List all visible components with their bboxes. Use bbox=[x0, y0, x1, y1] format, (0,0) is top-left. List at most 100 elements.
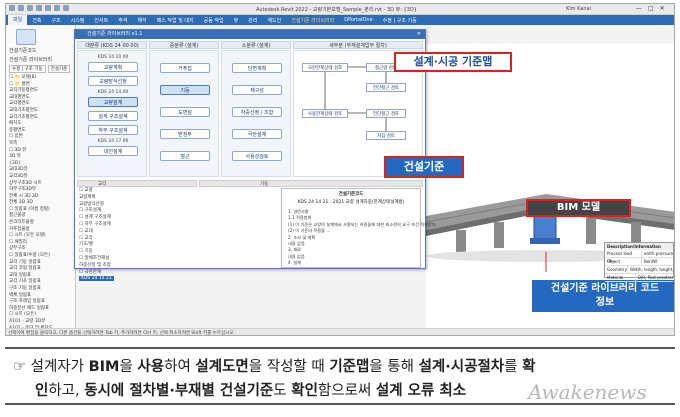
ribbon-tab[interactable]: 파일 bbox=[8, 15, 28, 25]
open-icon[interactable] bbox=[9, 5, 15, 11]
property-value: BentW bbox=[644, 259, 658, 264]
caption-segment: 사용 bbox=[137, 359, 165, 375]
minimize-icon[interactable]: — bbox=[636, 5, 642, 12]
ribbon-tab[interactable]: 구조 bbox=[46, 17, 65, 24]
callout-library-code: 건설기준 라이브러리 코드 정보 bbox=[532, 280, 674, 312]
standards-tree-item[interactable]: 기초/쉘 bbox=[79, 242, 209, 249]
property-row: GeometryWidth, length, height, volume, a… bbox=[605, 266, 673, 274]
tree-item[interactable]: ☐ 입면 bbox=[9, 134, 75, 141]
tree-item[interactable]: 교각기둥평면도 bbox=[9, 88, 75, 95]
property-value: earth pressure bbox=[643, 251, 673, 256]
tree-item[interactable]: 배치도 bbox=[9, 121, 75, 128]
ribbon-tab[interactable]: 건축 bbox=[27, 17, 46, 24]
maximize-icon[interactable]: □ bbox=[648, 5, 654, 12]
minor-category-button[interactable]: 단면계획 bbox=[232, 63, 282, 73]
text-icon[interactable] bbox=[63, 5, 69, 11]
tab-modify[interactable]: 수정 | 구조 기둥 bbox=[9, 65, 46, 73]
standards-tree-item[interactable]: ☐ 교량 bbox=[79, 188, 209, 195]
panel-tabs: 수정 | 구조 기둥 건설기준 bbox=[9, 65, 71, 73]
standard-document-viewer[interactable]: 건설기준코드 KDS 24 14 21 : 2021 교량 설계하중(한계상태설… bbox=[281, 188, 437, 268]
construction-code-icon[interactable] bbox=[16, 29, 36, 45]
tree-item[interactable]: ☐ 시트 (모든) bbox=[9, 312, 75, 319]
standards-tree-item[interactable]: ☐ 하부 구조설계 bbox=[79, 222, 209, 229]
major-category-button[interactable]: 교량방식선정 bbox=[88, 76, 138, 86]
standards-tree-item[interactable]: ☐ 교대 bbox=[79, 229, 209, 236]
major-category-button[interactable]: 설계 구조설계 bbox=[88, 111, 138, 121]
tree-item[interactable]: 교대3D뷰 bbox=[9, 167, 75, 174]
property-row: MaterialD/R, Post-prestressed bbox=[605, 274, 673, 282]
tree-item[interactable]: 교각 기초 일람표 bbox=[9, 279, 75, 286]
standards-tree-item[interactable]: 하중산정 및 조합 bbox=[79, 263, 209, 270]
caption-line-1: ☞ 설계자가 BIM을 사용하여 설계도면을 작성할 때 기준맵을 통해 설계·… bbox=[13, 355, 535, 376]
redo-icon[interactable] bbox=[36, 5, 42, 11]
caption-segment: 기준맵 bbox=[329, 359, 370, 375]
dialog-close-icon[interactable]: ✕ bbox=[417, 30, 421, 39]
tree-item[interactable]: 콘크리트물량 bbox=[9, 220, 75, 227]
middle-category-button[interactable]: 도면설 bbox=[160, 107, 210, 117]
window-title: Autodesk Revit 2022 - 교량기본모델_Sample_분리.r… bbox=[256, 7, 417, 13]
document-header: 건설기준코드 bbox=[338, 192, 364, 197]
tree-item[interactable]: 교대기초평면도 bbox=[9, 108, 75, 115]
caption-segment: 을 bbox=[119, 359, 138, 375]
standards-tree-item[interactable]: 교량계획 bbox=[79, 195, 209, 202]
ribbon-tab[interactable]: DPortalOne bbox=[339, 17, 377, 23]
panel-subtitle: 건설기준 라이브러리 bbox=[9, 57, 52, 63]
undo-icon[interactable] bbox=[27, 5, 33, 11]
standards-tree-item[interactable]: ☐ 일체조건해설 bbox=[79, 256, 209, 263]
major-category-button[interactable]: 내진설계 bbox=[88, 146, 138, 156]
standards-tree: ☐ 교량 교량계획 교량방식선정 ☐ 구조설계 ☐ 설계 구조설계 ☐ 하부 구조… bbox=[79, 188, 209, 283]
tree-item[interactable]: ☐ 일람표/수량 (모든) bbox=[9, 253, 75, 260]
ribbon-tab[interactable]: 애드인 bbox=[262, 17, 286, 24]
standards-tree-item[interactable]: KDS 24 14 21 bbox=[79, 276, 209, 283]
tree-item[interactable]: 하부구조3D뷰 bbox=[9, 187, 75, 194]
tree-item[interactable]: 교각 코핑 일람표 bbox=[9, 266, 75, 273]
middle-category-button[interactable]: 철근 bbox=[160, 151, 210, 161]
middle-category-button[interactable]: 거푸집 bbox=[160, 63, 210, 73]
standard-code-label: KDS 24 17 00 bbox=[97, 139, 129, 144]
tree-item[interactable]: A101 - 교량 3D뷰 bbox=[9, 319, 75, 326]
middle-category-button[interactable]: 받침부 bbox=[160, 129, 210, 139]
tree-item[interactable]: ☐ 📁 모델(B) bbox=[9, 75, 75, 82]
ribbon-tab[interactable]: 공동 작업 bbox=[199, 17, 229, 24]
column-header-detail: 세부분 (부재설계업무 절차) bbox=[293, 41, 423, 49]
save-icon[interactable] bbox=[18, 5, 24, 11]
ribbon-tab[interactable]: 관리 bbox=[243, 17, 262, 24]
standards-tree-item[interactable]: ☐ 설계 구조설계 bbox=[79, 215, 209, 222]
minor-category-button[interactable]: 재구성 bbox=[232, 85, 282, 95]
ribbon-tab[interactable]: 인서트 bbox=[89, 17, 113, 24]
tree-item[interactable]: 교각평면도 bbox=[9, 101, 75, 108]
tree-item[interactable]: 북측 bbox=[9, 141, 75, 148]
revit-window: Autodesk Revit 2022 - 교량기본모델_Sample_분리.r… bbox=[5, 3, 675, 336]
minor-category-panel: 단면계획재구성하중산정 / 조합극한설계사용성검토 bbox=[221, 50, 291, 177]
tree-item[interactable]: 3D 뷰 bbox=[9, 154, 75, 161]
caption-line-2: 인하고, 동시에 절차별·부재별 건설기준도 확인함으로써 설계 오류 최소 bbox=[35, 379, 466, 400]
tree-item[interactable]: 구조 프레임 일람표 bbox=[9, 299, 75, 306]
close-icon[interactable]: ✕ bbox=[660, 5, 665, 12]
tree-item[interactable]: 전체 3D 3D bbox=[9, 200, 75, 207]
minor-category-button[interactable]: 사용성검토 bbox=[232, 151, 282, 161]
standards-tree-item[interactable]: ☐ 기둥 bbox=[79, 249, 209, 256]
print-icon[interactable] bbox=[45, 5, 51, 11]
standards-tree-item[interactable]: ☐ 교각 bbox=[79, 236, 209, 243]
tab-construction-code[interactable]: 건설기준 bbox=[47, 65, 71, 73]
tree-item[interactable]: ☐ 시트 (모든 모델) bbox=[9, 233, 75, 240]
ribbon-tab[interactable]: 매스 작업 및 대지 bbox=[152, 17, 199, 24]
ribbon-tab[interactable]: 건설기준 라이브러리 bbox=[286, 17, 339, 24]
object-properties-panel[interactable]: Description/Information Process lead na.… bbox=[604, 242, 674, 282]
minor-category-button[interactable]: 극한설계 bbox=[232, 129, 282, 139]
minor-category-button[interactable]: 하중산정 / 조합 bbox=[232, 107, 282, 117]
ribbon-tab[interactable]: 뷰 bbox=[229, 17, 244, 24]
ribbon-tab[interactable]: 해석 bbox=[132, 17, 151, 24]
ribbon-tab[interactable]: 주석 bbox=[113, 17, 132, 24]
major-category-button[interactable]: 교량설계 bbox=[88, 97, 138, 107]
caption-segment: 설계자가 bbox=[26, 359, 89, 375]
major-category-button[interactable]: 하부 구조설계 bbox=[88, 125, 138, 135]
measure-icon[interactable] bbox=[54, 5, 60, 11]
tree-item[interactable]: 구조 기둥 일람표 bbox=[9, 286, 75, 293]
middle-category-button[interactable]: 기둥 bbox=[160, 85, 210, 95]
ribbon-tab[interactable]: 수정 | 구조 기둥 bbox=[378, 17, 422, 24]
ribbon-tab[interactable]: 시스템 bbox=[66, 17, 90, 24]
user-name[interactable]: Kim Kanal bbox=[566, 6, 591, 12]
major-category-button[interactable]: 교량계획 bbox=[88, 62, 138, 72]
tree-item[interactable]: 교각3D뷰 bbox=[9, 174, 75, 181]
